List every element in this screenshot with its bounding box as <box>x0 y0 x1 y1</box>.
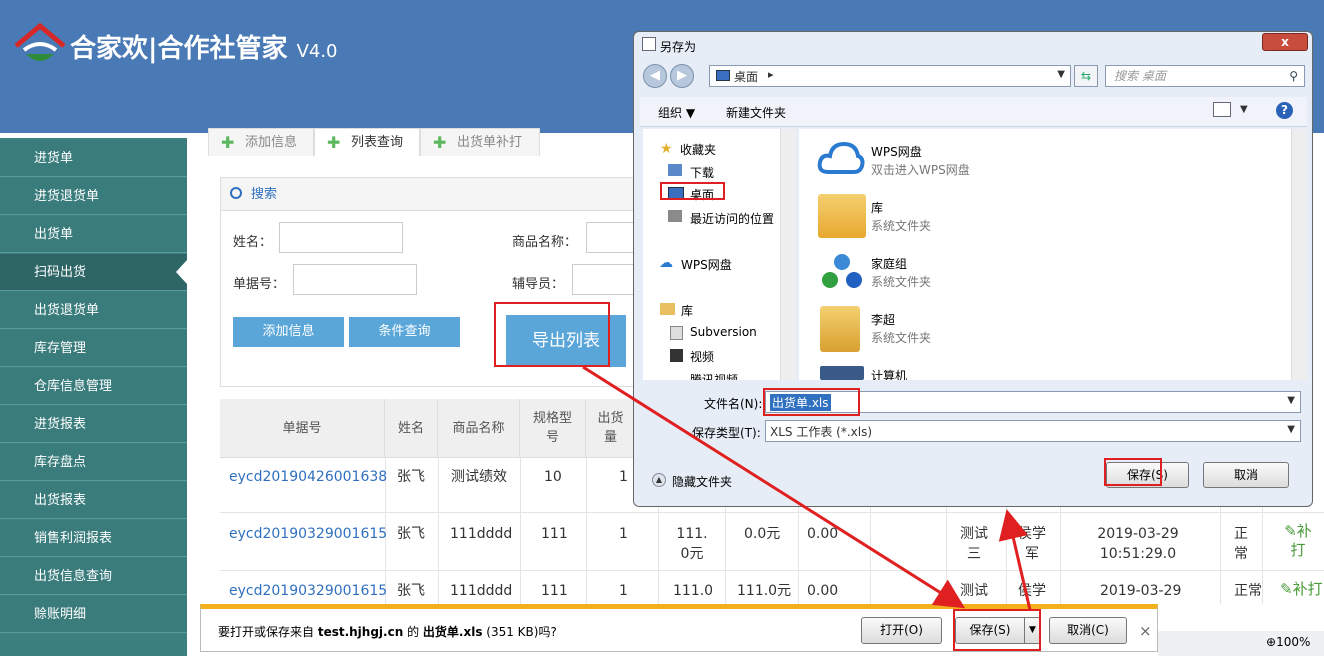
annotation-arrows <box>582 365 1032 611</box>
